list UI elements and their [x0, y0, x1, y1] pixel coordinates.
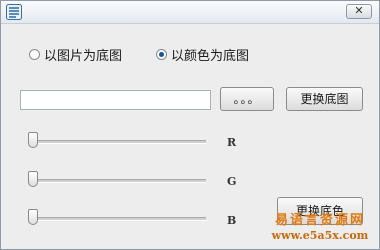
- slider-b-thumb[interactable]: [28, 209, 38, 225]
- image-path-input[interactable]: [20, 90, 211, 110]
- radio-image-mode-dot[interactable]: [29, 48, 40, 60]
- app-icon: [6, 4, 22, 20]
- slider-g-track: [28, 179, 206, 183]
- radio-image-mode[interactable]: 以图片为底图: [29, 46, 123, 64]
- change-image-button[interactable]: 更换底图: [286, 87, 363, 111]
- slider-r-label: R: [227, 136, 237, 149]
- watermark-url: www.e5a5x.com: [271, 229, 369, 242]
- slider-r-track: [28, 140, 206, 144]
- watermark-title: 易语言资源网: [274, 213, 365, 228]
- dialog-window: ✕ 以图片为底图 以颜色为底图 。。。 更换底图 R G B 更换底色 易语言资…: [0, 0, 380, 250]
- close-button[interactable]: ✕: [346, 4, 372, 19]
- radio-image-mode-label: 以图片为底图: [44, 48, 123, 64]
- slider-b-track: [28, 217, 206, 221]
- slider-g-label: G: [227, 175, 237, 188]
- watermark: 易语言资源网 www.e5a5x.com: [263, 213, 377, 243]
- title-bar[interactable]: ✕: [1, 1, 379, 24]
- radio-color-mode-label: 以颜色为底图: [171, 48, 250, 64]
- radio-color-mode[interactable]: 以颜色为底图: [156, 46, 250, 64]
- browse-button[interactable]: 。。。: [220, 87, 274, 111]
- slider-g[interactable]: [28, 170, 206, 190]
- slider-b-label: B: [227, 214, 237, 227]
- slider-r-thumb[interactable]: [28, 132, 38, 148]
- slider-g-thumb[interactable]: [28, 171, 38, 187]
- radio-color-mode-dot[interactable]: [156, 48, 167, 60]
- slider-b[interactable]: [28, 208, 206, 228]
- slider-r[interactable]: [28, 131, 206, 151]
